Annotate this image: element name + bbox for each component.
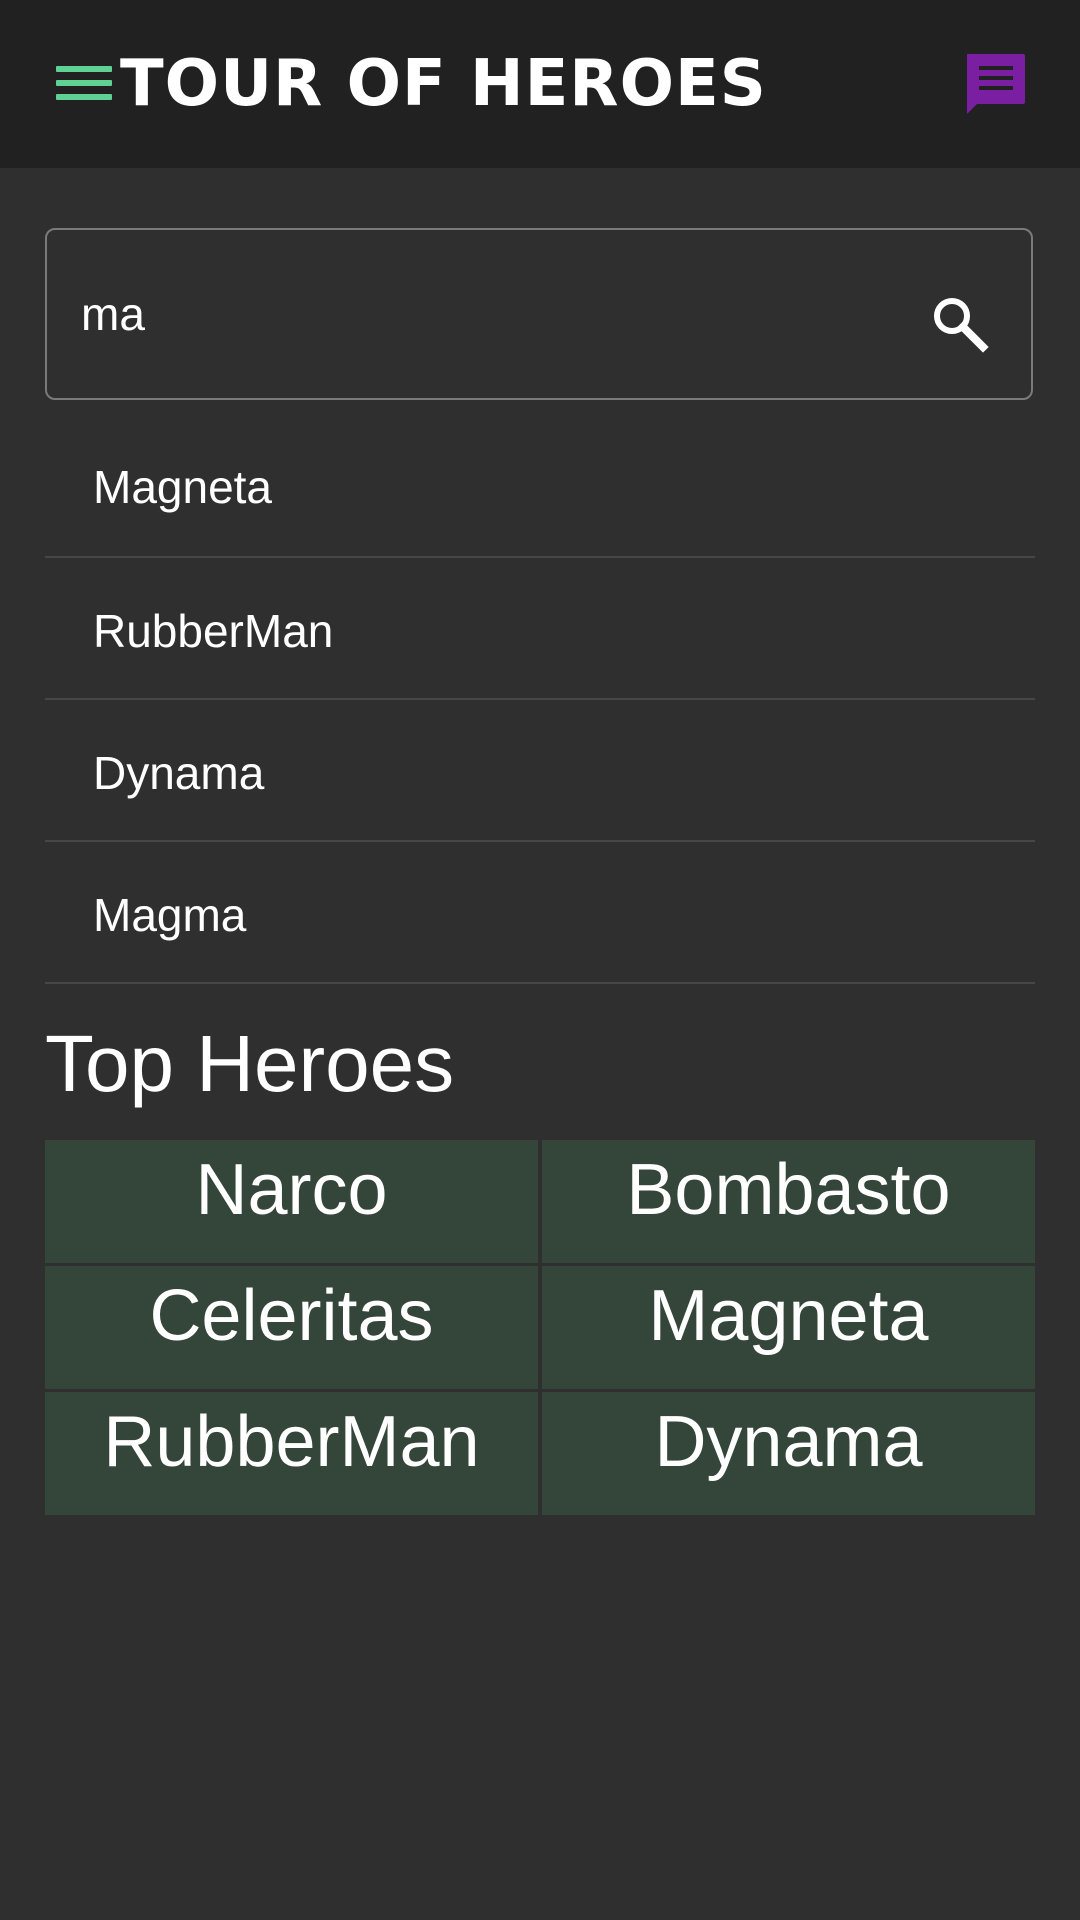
search-icon[interactable] (930, 294, 990, 354)
menu-icon-bar (56, 94, 112, 100)
app-title: TOUR OF HEROES (120, 47, 767, 121)
hero-tile[interactable]: Magneta (542, 1266, 1035, 1389)
top-heroes-title: Top Heroes (45, 1019, 455, 1108)
hero-tile[interactable]: Dynama (542, 1392, 1035, 1515)
magnifier-glyph (934, 298, 989, 353)
search-result-item[interactable]: Dynama (45, 700, 1035, 842)
hero-tile[interactable]: RubberMan (45, 1392, 538, 1515)
search-result-item[interactable]: Magneta (45, 414, 1035, 558)
top-heroes-grid: Narco Bombasto Celeritas Magneta RubberM… (45, 1140, 1035, 1515)
messages-icon[interactable] (963, 52, 1027, 116)
hero-tile[interactable]: Narco (45, 1140, 538, 1263)
message-icon (967, 54, 1025, 114)
search-result-item[interactable]: Magma (45, 842, 1035, 984)
menu-icon[interactable] (56, 62, 112, 104)
hero-tile[interactable]: Celeritas (45, 1266, 538, 1389)
hero-search-input[interactable] (81, 270, 901, 358)
menu-icon-bar (56, 80, 112, 86)
hero-search-box (45, 228, 1033, 400)
menu-icon-bar (56, 66, 112, 72)
app-toolbar: TOUR OF HEROES (0, 0, 1080, 168)
search-result-item[interactable]: RubberMan (45, 558, 1035, 700)
search-results-list: Magneta RubberMan Dynama Magma (45, 414, 1035, 984)
hero-tile[interactable]: Bombasto (542, 1140, 1035, 1263)
